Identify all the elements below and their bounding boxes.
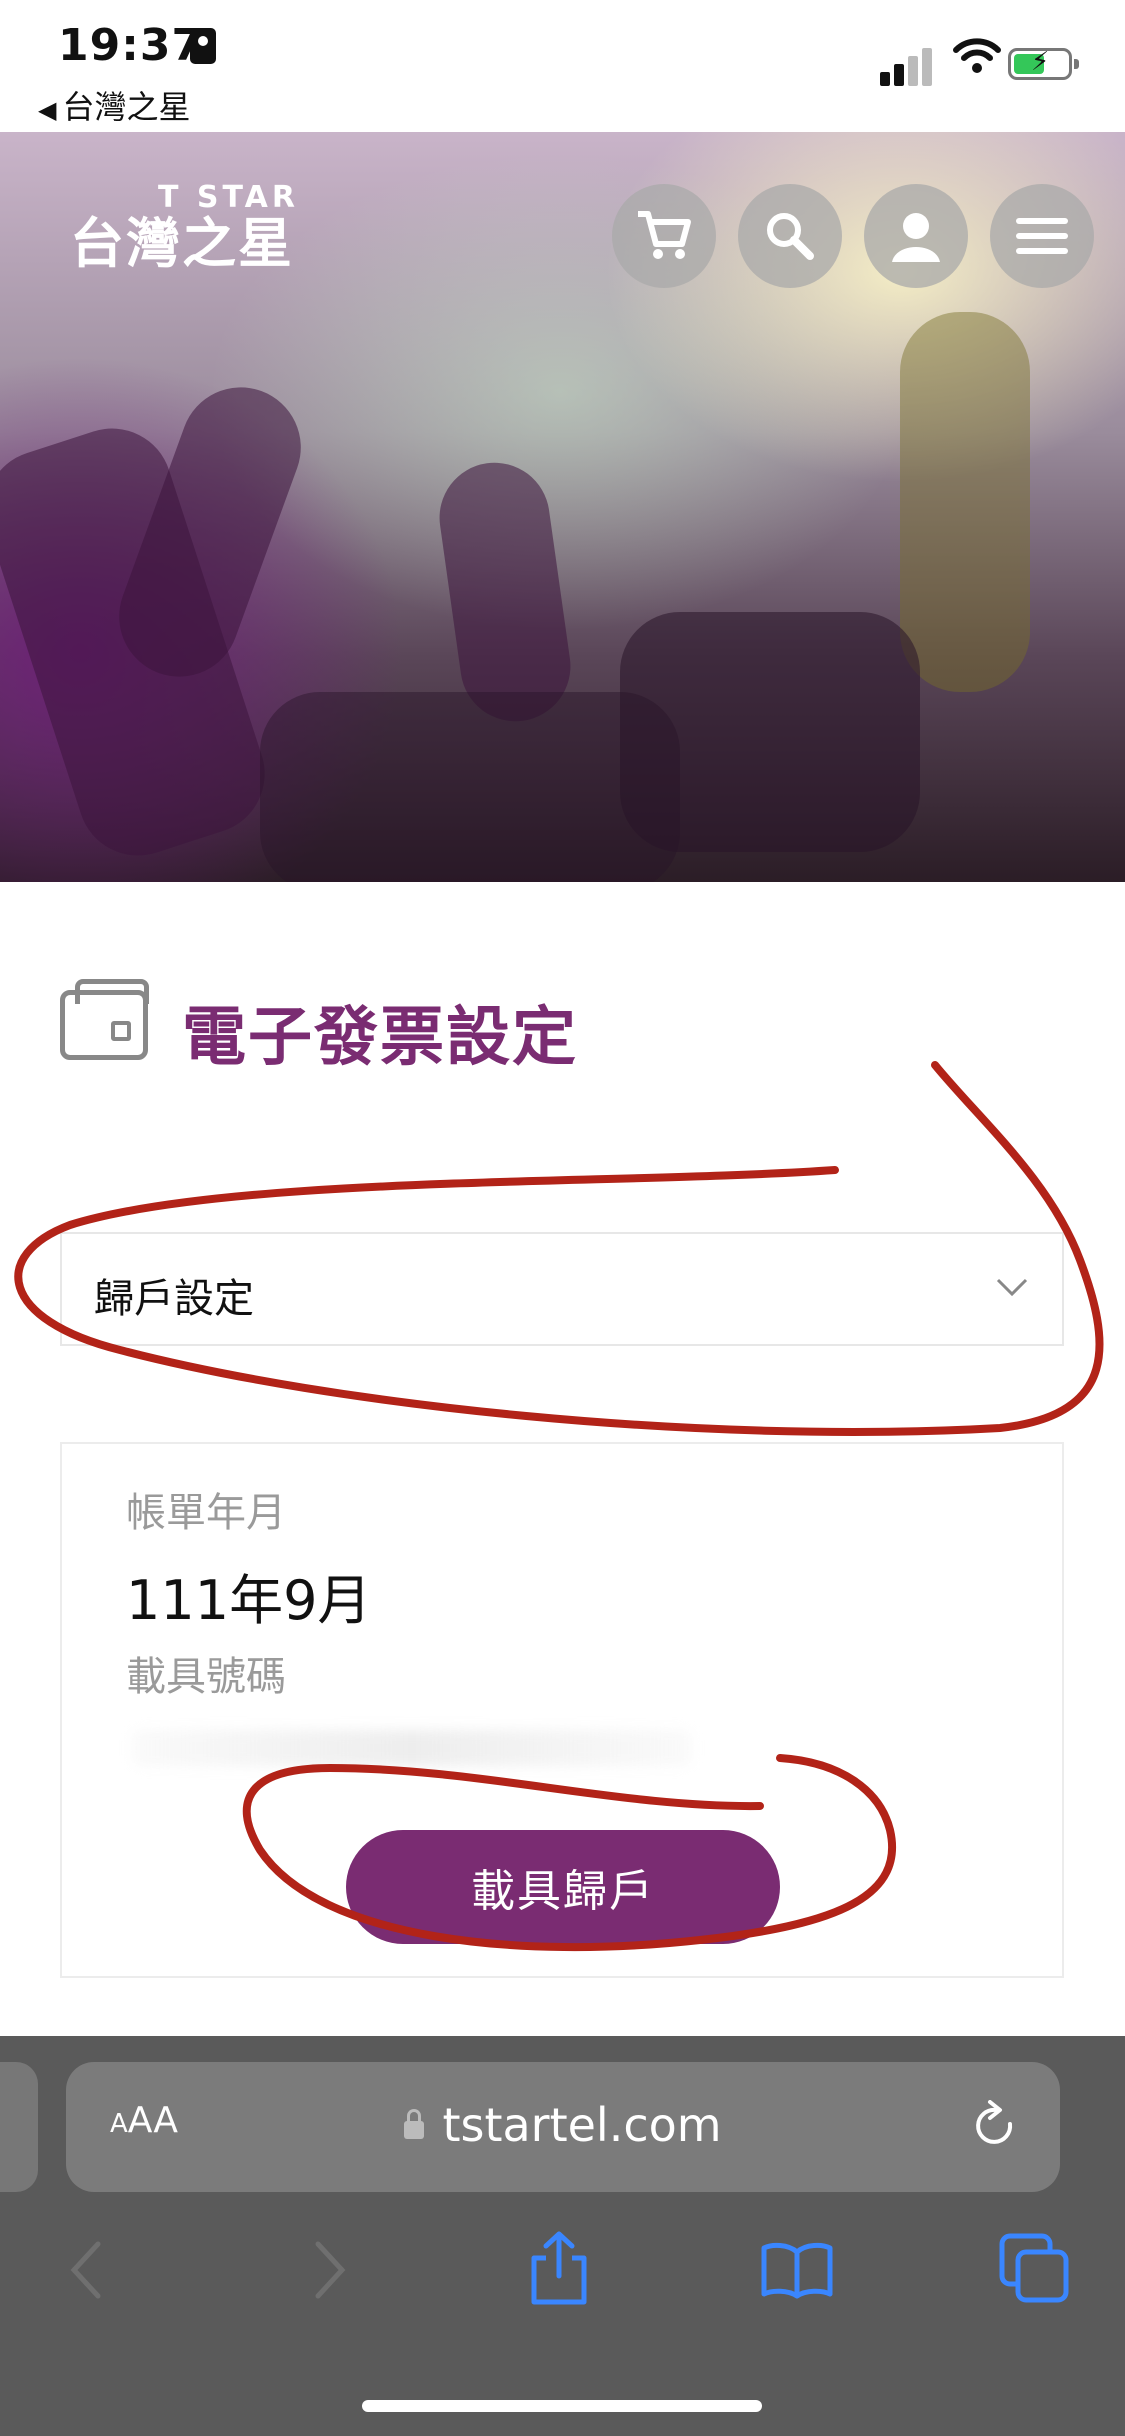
search-icon xyxy=(767,213,814,260)
url-display[interactable]: tstartel.com xyxy=(66,2098,1060,2152)
back-triangle-icon: ◀ xyxy=(38,96,57,124)
wallet-icon xyxy=(60,979,149,1060)
previous-tab-preview[interactable] xyxy=(0,2062,38,2192)
reload-icon[interactable] xyxy=(970,2100,1020,2154)
chevron-down-icon xyxy=(996,1278,1028,1297)
page-title: 電子發票設定 xyxy=(182,1001,578,1075)
browser-bottom-bar: AAA tstartel.com xyxy=(0,2036,1125,2436)
cart-button[interactable] xyxy=(612,184,716,288)
lock-icon xyxy=(404,2109,425,2139)
carrier-register-button[interactable]: 載具歸戶 xyxy=(346,1830,780,1944)
home-indicator[interactable] xyxy=(362,2400,762,2412)
clock: 19:37 xyxy=(58,20,204,71)
billing-period-label: 帳單年月 xyxy=(126,1490,286,1536)
back-app-label: 台灣之星 xyxy=(62,88,191,126)
billing-period-value: 111年9月 xyxy=(126,1569,372,1632)
tabs-icon[interactable] xyxy=(998,2232,1070,2304)
cellular-signal-icon xyxy=(880,40,936,86)
logo-en: T STAR xyxy=(158,180,299,215)
carrier-card: 帳單年月 111年9月 載具號碼 載具歸戶 xyxy=(60,1442,1064,1978)
cart-icon xyxy=(638,211,691,259)
back-icon[interactable] xyxy=(66,2240,106,2300)
page-header: 電子發票設定 xyxy=(60,979,1060,1076)
user-icon xyxy=(892,213,940,262)
select-value: 歸戶設定 xyxy=(94,1276,254,1322)
carrier-number-label: 載具號碼 xyxy=(126,1654,286,1700)
carrier-number-value-obscured xyxy=(132,1730,692,1766)
contact-card-icon xyxy=(190,28,216,64)
battery-charging-icon: ⚡ xyxy=(1008,47,1079,80)
back-to-app-link[interactable]: ◀ 台灣之星 xyxy=(38,82,190,128)
setting-type-select[interactable]: 歸戶設定 xyxy=(60,1232,1064,1346)
account-button[interactable] xyxy=(864,184,968,288)
url-text: tstartel.com xyxy=(442,2098,722,2152)
share-icon[interactable] xyxy=(528,2230,590,2306)
forward-icon[interactable] xyxy=(310,2240,350,2300)
logo-zh: 台灣之星 xyxy=(70,212,294,275)
wifi-icon xyxy=(953,38,1001,73)
menu-button[interactable] xyxy=(990,184,1094,288)
hero-banner: T STAR 台灣之星 xyxy=(0,132,1125,882)
tstar-logo[interactable]: T STAR 台灣之星 xyxy=(70,180,299,273)
address-bar[interactable]: AAA tstartel.com xyxy=(66,2062,1060,2192)
search-button[interactable] xyxy=(738,184,842,288)
bookmarks-icon[interactable] xyxy=(760,2240,834,2300)
status-bar: 19:37 ◀ 台灣之星 ⚡ xyxy=(0,0,1125,132)
menu-icon xyxy=(1016,218,1068,254)
